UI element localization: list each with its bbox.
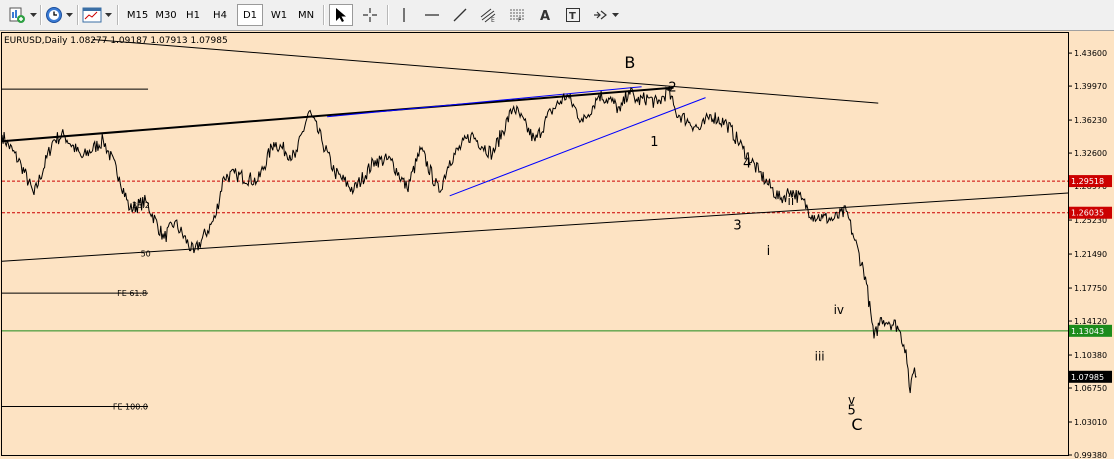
- price-label-1-29518: 1.29518: [1069, 175, 1112, 188]
- svg-text:T: T: [569, 11, 576, 22]
- current-price-label: 1.07985: [1069, 370, 1112, 383]
- new-chart-icon[interactable]: [6, 4, 28, 26]
- dropdown-icon[interactable]: [103, 4, 113, 26]
- timeframe-m15[interactable]: M15: [124, 4, 151, 26]
- timeframe-w1[interactable]: W1: [267, 4, 291, 26]
- svg-text:A: A: [540, 9, 550, 22]
- wave-label-B: B: [624, 53, 635, 72]
- trendline-icon[interactable]: [448, 4, 472, 26]
- y-tick-label: 1.36230: [1074, 116, 1107, 125]
- toolbar-separator: [117, 5, 119, 25]
- y-tick-label: 1.43600: [1074, 49, 1107, 58]
- toolbar-separator: [40, 5, 42, 25]
- fib-label: FE 100.0: [113, 402, 148, 411]
- fib-label: 50: [141, 249, 151, 258]
- wave-label-ii: ii: [788, 194, 795, 208]
- svg-text:E: E: [491, 17, 495, 23]
- wave-label-i: i: [767, 244, 771, 259]
- dropdown-icon[interactable]: [610, 4, 620, 26]
- price-label-text: 1.29518: [1071, 177, 1104, 186]
- y-tick-label: 1.06750: [1074, 384, 1107, 393]
- y-tick-label: 1.39970: [1074, 82, 1107, 91]
- y-tick-label: 0.99380: [1074, 451, 1107, 459]
- clock-icon[interactable]: [44, 4, 64, 26]
- toolbar-separator: [77, 5, 79, 25]
- dropdown-icon[interactable]: [64, 4, 74, 26]
- y-tick-label: 1.17750: [1074, 284, 1107, 293]
- horizontal-line-icon[interactable]: [420, 4, 444, 26]
- timeframe-h4[interactable]: H4: [209, 4, 231, 26]
- chart-window-icon[interactable]: [81, 4, 103, 26]
- timeframe-d1[interactable]: D1: [237, 4, 263, 26]
- wave-label-iii: iii: [815, 349, 825, 363]
- fib-label: 38.2: [132, 201, 150, 210]
- arrows-icon[interactable]: [590, 4, 610, 26]
- y-tick-label: 1.14120: [1074, 317, 1107, 326]
- fib-label: FE 61.8: [117, 289, 147, 298]
- wave-label-2: 2: [668, 80, 676, 95]
- price-label-text: 1.13043: [1071, 327, 1104, 336]
- y-tick-label: 1.32600: [1074, 149, 1107, 158]
- svg-text:F: F: [518, 17, 522, 23]
- timeframe-mn[interactable]: MN: [294, 4, 318, 26]
- wave-label-3: 3: [733, 218, 741, 233]
- wave-label-iv: iv: [834, 303, 844, 317]
- cursor-icon[interactable]: [329, 4, 353, 26]
- symbol-info: EURUSD,Daily 1.08277 1.09187 1.07913 1.0…: [4, 36, 228, 46]
- text-icon[interactable]: A: [534, 4, 556, 26]
- y-tick-label: 1.21490: [1074, 250, 1107, 259]
- crosshair-icon[interactable]: [358, 4, 382, 26]
- price-chart[interactable]: B2143iiiiviiiv5C38.250FE 61.8FE 100.0 EU…: [0, 31, 1114, 459]
- y-tick-label: 1.10380: [1074, 351, 1107, 360]
- text-label-icon[interactable]: T: [562, 4, 584, 26]
- fibonacci-icon[interactable]: F: [505, 4, 529, 26]
- dropdown-icon[interactable]: [28, 4, 38, 26]
- toolbar-separator: [387, 5, 389, 25]
- price-label-text: 1.07985: [1071, 373, 1104, 382]
- wave-label-4: 4: [743, 157, 751, 172]
- price-label-1-26035: 1.26035: [1069, 206, 1112, 219]
- timeframe-h1[interactable]: H1: [182, 4, 204, 26]
- wave-label-C: C: [851, 415, 862, 434]
- price-label-1-13043: 1.13043: [1069, 324, 1112, 337]
- equidistant-channel-icon[interactable]: E: [477, 4, 501, 26]
- y-tick-label: 1.03010: [1074, 418, 1107, 427]
- vertical-line-icon[interactable]: [393, 4, 415, 26]
- wave-label-1: 1: [650, 135, 658, 150]
- price-label-text: 1.26035: [1071, 209, 1104, 218]
- timeframe-m30[interactable]: M30: [152, 4, 180, 26]
- toolbar-separator: [323, 5, 325, 25]
- toolbar: M15 M30 H1 H4 D1 W1 MN E F A T: [0, 0, 1114, 31]
